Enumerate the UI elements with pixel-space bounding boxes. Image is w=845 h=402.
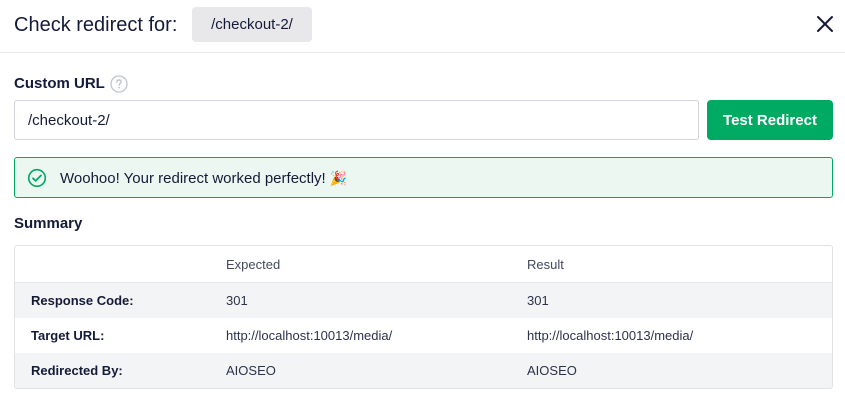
close-button[interactable] xyxy=(814,13,836,35)
result-value: 301 xyxy=(527,293,549,308)
row-label: Target URL: xyxy=(31,328,105,343)
custom-url-label: Custom URL xyxy=(14,75,105,92)
expected-value: 301 xyxy=(226,293,248,308)
success-alert: Woohoo! Your redirect worked perfectly! … xyxy=(14,157,833,198)
redirect-path-chip: /checkout-2/ xyxy=(192,7,312,42)
summary-title: Summary xyxy=(14,215,83,232)
alert-text-wrapper: Woohoo! Your redirect worked perfectly! … xyxy=(60,169,347,188)
check-circle-icon xyxy=(27,168,47,188)
modal-header: Check redirect for: /checkout-2/ xyxy=(0,0,845,53)
close-icon xyxy=(817,16,833,32)
result-value: AIOSEO xyxy=(527,363,577,378)
table-row: Target URL: http://localhost:10013/media… xyxy=(15,318,832,353)
modal-title: Check redirect for: xyxy=(14,14,178,36)
result-value: http://localhost:10013/media/ xyxy=(527,328,694,343)
table-row: Response Code: 301 301 xyxy=(15,283,832,318)
party-popper-icon: 🎉 xyxy=(329,170,348,186)
custom-url-input[interactable] xyxy=(14,100,699,140)
expected-value: AIOSEO xyxy=(226,363,276,378)
test-redirect-button[interactable]: Test Redirect xyxy=(707,100,833,140)
question-circle-icon[interactable] xyxy=(110,75,128,93)
column-header-expected: Expected xyxy=(226,257,281,272)
summary-table: Expected Result Response Code: 301 301 T… xyxy=(14,245,833,389)
table-header-row: Expected Result xyxy=(15,246,832,283)
row-label: Redirected By: xyxy=(31,363,123,378)
alert-message: Woohoo! Your redirect worked perfectly! xyxy=(60,170,326,187)
row-label: Response Code: xyxy=(31,293,134,308)
column-header-result: Result xyxy=(527,257,564,272)
expected-value: http://localhost:10013/media/ xyxy=(226,328,393,343)
table-row: Redirected By: AIOSEO AIOSEO xyxy=(15,353,832,388)
check-redirect-modal: Check redirect for: /checkout-2/ Custom … xyxy=(0,0,845,402)
